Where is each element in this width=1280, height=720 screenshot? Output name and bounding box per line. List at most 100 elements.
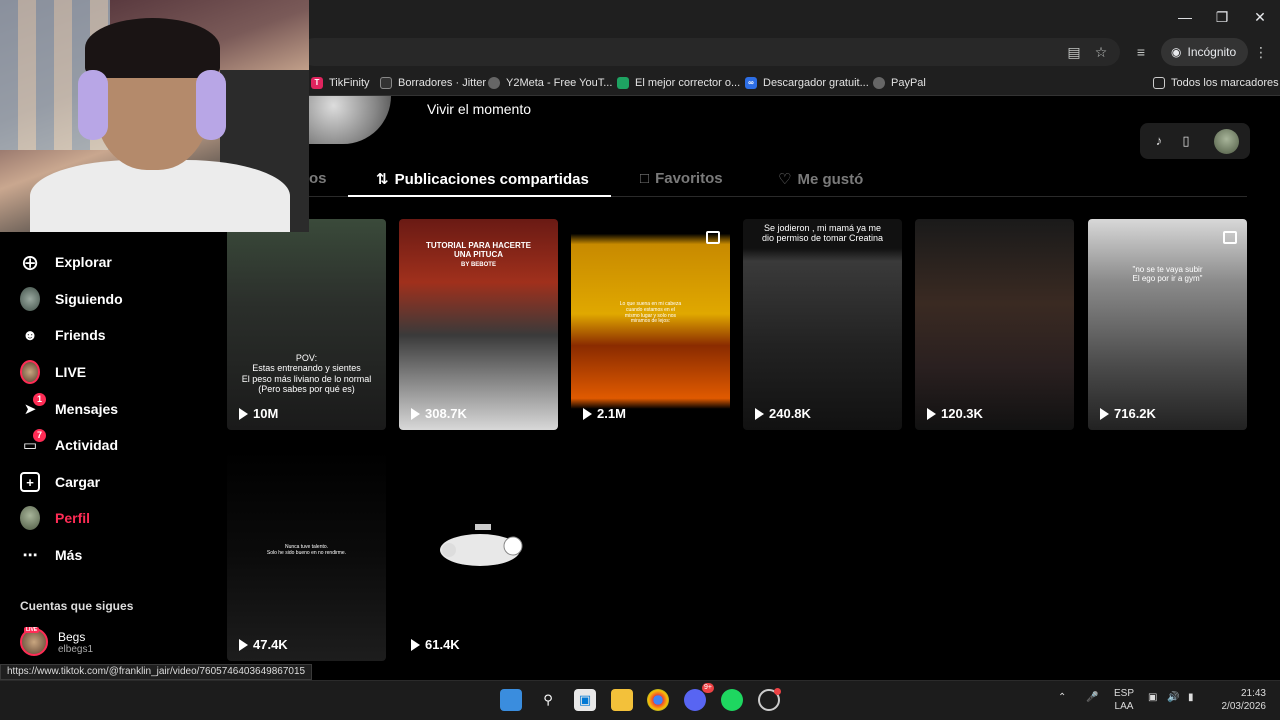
clock[interactable]: 21:43 2/03/2026 [1218,687,1267,713]
sidebar-item-explore[interactable]: ⨁ Explorar [20,248,112,276]
play-icon [755,407,764,420]
heart-icon: ♡ [778,171,792,188]
webcam-overlay [0,0,309,232]
tiktok-icon[interactable]: ♪ [1149,131,1169,151]
sidebar-item-activity[interactable]: ▭ 7 Actividad [20,429,118,459]
all-bookmarks[interactable]: Todos los marcadores [1153,75,1279,91]
video-card[interactable]: POV: Estas entrenando y sientes El peso … [227,219,386,430]
chevron-up-icon[interactable]: ⌃ [1058,692,1066,703]
upload-icon: + [20,472,40,492]
astronaut-image [440,524,523,566]
tab-liked[interactable]: ♡ Me gustó [778,170,863,189]
following-account-begs[interactable]: LIVE Begs elbegs1 [20,627,93,656]
view-count: 47.4K [239,637,288,652]
profile-avatar-image[interactable] [309,96,391,144]
play-icon [1100,407,1109,420]
tikfinity-icon: T [311,77,323,89]
avatar: LIVE [20,627,48,656]
tab-favorites[interactable]: □ Favoritos [640,170,723,187]
language-indicator[interactable]: ESP LAA [1114,687,1134,713]
video-card[interactable]: TUTORIAL PARA HACERTE UNA PITUCA BY BEBO… [399,219,558,430]
play-icon [927,407,936,420]
live-avatar [20,360,40,384]
jitter-icon [380,77,392,89]
tab-shared[interactable]: ⇅ Publicaciones compartidas [376,170,589,189]
following-section-title: Cuentas que sigues [20,599,134,613]
restore-icon[interactable]: ❐ [1210,6,1234,28]
menu-kebab-icon[interactable]: ⋮ [1252,43,1270,61]
volume-icon[interactable]: 🔊 [1167,692,1179,703]
app-icon[interactable] [758,688,781,711]
folder-icon [1153,77,1165,89]
sidebar-item-more[interactable]: ⋯ Más [20,541,83,569]
reading-list-icon[interactable]: ≡ [1132,43,1150,61]
play-icon [411,638,420,651]
view-count: 308.7K [411,406,467,421]
photo-icon [706,231,720,244]
user-avatar[interactable] [1214,129,1239,154]
bookmark-descargador[interactable]: ∞ Descargador gratuit... [745,75,869,91]
view-count: 61.4K [411,637,460,652]
bookmark-jitter[interactable]: Borradores · Jitter [380,75,486,91]
minimize-icon[interactable]: — [1173,6,1197,28]
activity-badge: 7 [33,429,46,442]
play-icon [583,407,592,420]
network-icon[interactable]: ▣ [1148,692,1157,703]
folder-icon[interactable] [611,689,633,711]
view-count: 240.8K [755,406,811,421]
profile-avatar [20,506,40,530]
video-card[interactable]: Lo que suena en mi cabeza cuando estamos… [571,219,730,430]
globe-icon [488,77,500,89]
video-card[interactable]: 120.3K [915,219,1074,430]
status-url: https://www.tiktok.com/@franklin_jair/vi… [0,664,313,680]
globe-icon [873,77,885,89]
sidebar-item-profile[interactable]: Perfil [20,504,90,532]
close-icon[interactable]: ✕ [1248,6,1272,28]
video-card[interactable]: 61.4K [399,450,558,661]
tab-videos[interactable]: os [309,170,327,187]
microphone-icon[interactable]: 🎤 [1086,692,1098,703]
view-count: 10M [239,406,278,421]
sidebar-item-live[interactable]: LIVE [20,358,86,386]
star-icon[interactable]: ☆ [1092,43,1110,61]
video-card[interactable]: "no se te vaya subir El ego por ir a gym… [1088,219,1247,430]
view-count: 716.2K [1100,406,1156,421]
sidebar-item-upload[interactable]: + Cargar [20,468,100,496]
following-avatar [20,287,40,311]
view-count: 2.1M [583,406,626,421]
chrome-icon[interactable] [647,689,669,711]
spotify-icon[interactable] [721,689,743,711]
discord-icon[interactable]: 9+ [684,683,714,711]
view-count: 120.3K [927,406,983,421]
incognito-label: Incógnito [1187,45,1237,59]
repost-icon: ⇅ [376,171,389,188]
active-tab-indicator [348,195,611,197]
headphones-icon [78,70,108,140]
sidebar-item-messages[interactable]: ➤ 1 Mensajes [20,393,118,423]
translate-icon[interactable]: ▤ [1065,43,1083,61]
phone-icon[interactable]: ▯ [1176,131,1196,151]
bookmark-corrector[interactable]: El mejor corrector o... [617,75,740,91]
profile-bio: Vivir el momento [427,101,532,117]
address-bar[interactable] [300,38,1120,66]
battery-icon[interactable]: ▮ [1188,692,1194,703]
infinity-icon: ∞ [745,77,757,89]
windows-start-icon[interactable] [500,689,522,711]
more-icon: ⋯ [22,547,38,564]
compass-icon: ⨁ [22,254,38,271]
sidebar-item-following[interactable]: Siguiendo [20,285,123,313]
play-icon [239,638,248,651]
sidebar-item-friends[interactable]: ☻ Friends [20,321,105,349]
video-card[interactable]: Nunca tuve talento. Solo he sido bueno e… [227,450,386,661]
play-icon [239,407,248,420]
video-card[interactable]: Se jodieron , mi mamá ya me dio permiso … [743,219,902,430]
search-icon[interactable]: ⚲ [537,689,559,711]
bookmark-paypal[interactable]: PayPal [873,75,926,91]
incognito-indicator[interactable]: ◉ Incógnito [1161,38,1249,66]
bookmark-tikfinity[interactable]: T TikFinity [311,75,370,91]
photo-icon [1223,231,1237,244]
store-icon[interactable]: ▣ [574,689,596,711]
bookmark-y2meta[interactable]: Y2Meta - Free YouT... [488,75,612,91]
corrector-icon [617,77,629,89]
friends-icon: ☻ [22,326,38,344]
